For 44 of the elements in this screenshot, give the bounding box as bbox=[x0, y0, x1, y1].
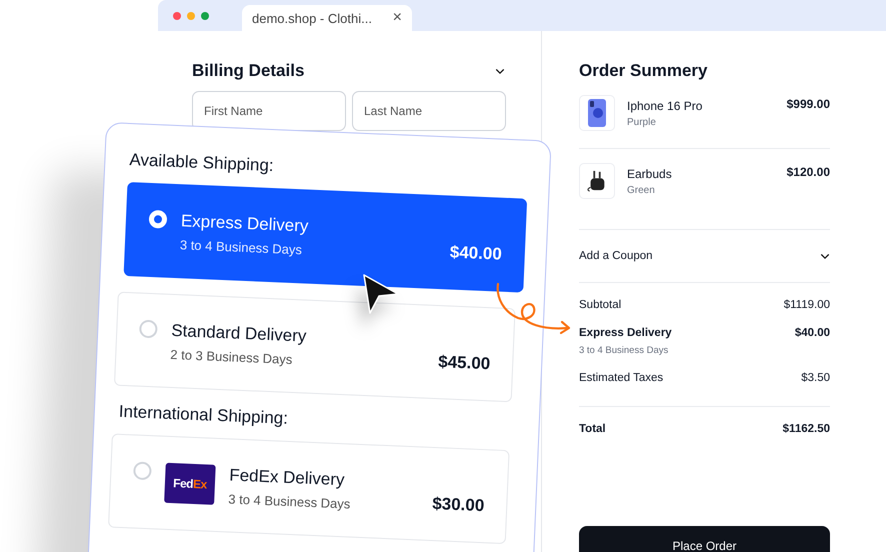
option-days: 3 to 4 Business Days bbox=[180, 236, 436, 262]
summary-label: Total bbox=[579, 423, 606, 435]
phone-thumbnail bbox=[579, 95, 615, 131]
summary-label: Express Delivery bbox=[579, 327, 672, 339]
option-name: Express Delivery bbox=[180, 210, 310, 238]
summary-value: $1119.00 bbox=[784, 299, 830, 311]
group-heading: Available Shipping: bbox=[129, 150, 276, 178]
shipping-option[interactable]: FedEx FedEx Delivery 3 to 4 Business Days $30.00 bbox=[108, 434, 510, 544]
section-title: Order Summery bbox=[579, 61, 708, 81]
option-name: FedEx Delivery bbox=[228, 464, 346, 491]
earbuds-thumbnail bbox=[579, 163, 615, 199]
chevron-down-icon[interactable] bbox=[495, 68, 505, 74]
shipping-option[interactable]: Express Delivery 3 to 4 Business Days $40.00 bbox=[124, 182, 528, 293]
radio-button[interactable] bbox=[133, 461, 152, 480]
option-name: Standard Delivery bbox=[170, 320, 308, 348]
summary-value: $1162.50 bbox=[782, 423, 830, 435]
summary-label: Estimated Taxes bbox=[579, 372, 664, 384]
chevron-down-icon bbox=[820, 252, 830, 260]
option-days: 2 to 3 Business Days bbox=[170, 346, 424, 372]
group-heading: International Shipping: bbox=[118, 402, 290, 430]
product-price: $999.00 bbox=[786, 96, 830, 111]
option-price: $45.00 bbox=[438, 352, 491, 374]
summary-label: Subtotal bbox=[579, 299, 622, 311]
text-field[interactable]: First Name bbox=[192, 91, 346, 131]
product-price: $120.00 bbox=[786, 164, 830, 179]
product-name: Iphone 16 Pro bbox=[627, 99, 704, 113]
option-price: $40.00 bbox=[449, 242, 502, 265]
place-order-button[interactable]: Place Order bbox=[579, 526, 830, 552]
section-title: Billing Details bbox=[192, 61, 304, 81]
summary-value: $3.50 bbox=[801, 372, 830, 384]
option-price: $30.00 bbox=[432, 494, 485, 516]
summary-note: 3 to 4 Business Days bbox=[579, 345, 670, 356]
product-variant: Purple bbox=[627, 117, 657, 128]
tab-title: demo.shop - Clothi... bbox=[252, 10, 372, 26]
radio-button[interactable] bbox=[139, 320, 158, 338]
option-days: 3 to 4 Business Days bbox=[228, 490, 418, 514]
summary-value: $40.00 bbox=[794, 327, 830, 339]
product-variant: Green bbox=[627, 185, 656, 196]
text-field[interactable]: Last Name bbox=[352, 91, 506, 131]
coupon-toggle[interactable]: Add a Coupon bbox=[579, 230, 830, 283]
product-name: Earbuds bbox=[627, 167, 673, 181]
browser-tab[interactable]: demo.shop - Clothi... × bbox=[242, 5, 412, 31]
carrier-logo: FedEx bbox=[164, 462, 216, 505]
close-icon[interactable]: × bbox=[392, 9, 402, 27]
